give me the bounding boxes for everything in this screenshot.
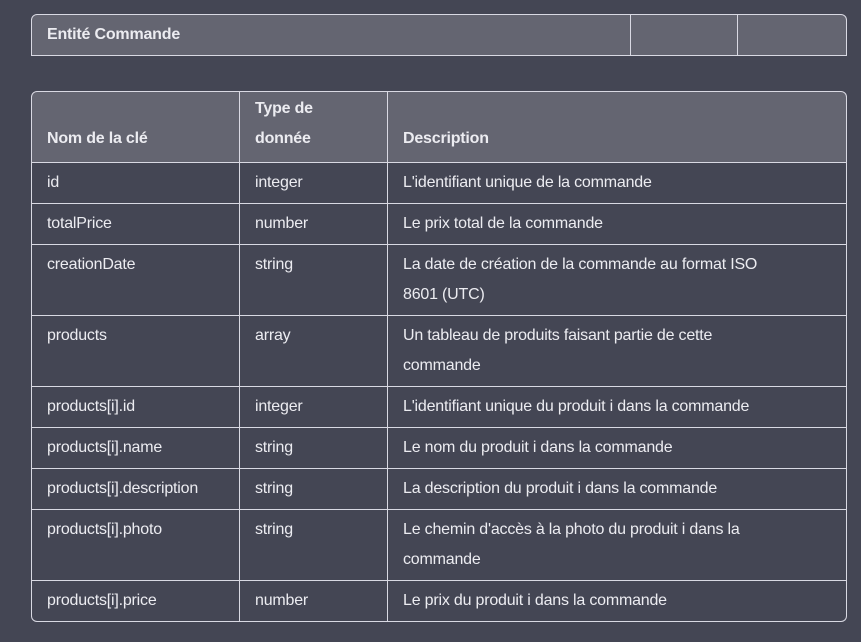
cell-type: string bbox=[240, 428, 388, 469]
cell-description: L'identifiant unique du produit i dans l… bbox=[388, 387, 847, 428]
fields-header-row: Nom de la clé Type de donnée Description bbox=[31, 91, 847, 163]
entity-header-row: Entité Commande bbox=[31, 14, 847, 56]
cell-key: products[i].id bbox=[31, 387, 240, 428]
cell-key: products bbox=[31, 316, 240, 387]
entity-table: Entité Commande bbox=[31, 14, 847, 56]
cell-type: array bbox=[240, 316, 388, 387]
cell-key: totalPrice bbox=[31, 204, 240, 245]
cell-type: number bbox=[240, 581, 388, 622]
cell-type: number bbox=[240, 204, 388, 245]
cell-description: Le chemin d'accès à la photo du produit … bbox=[388, 510, 847, 581]
cell-description-line2: commande bbox=[403, 357, 481, 374]
header-data-type: Type de donnée bbox=[240, 91, 388, 163]
table-row: products[i].name string Le nom du produi… bbox=[31, 428, 847, 469]
header-data-type-line1: Type de bbox=[255, 100, 313, 117]
cell-description-line1: La date de création de la commande au fo… bbox=[403, 256, 758, 273]
cell-description: Un tableau de produits faisant partie de… bbox=[388, 316, 847, 387]
fields-table: Nom de la clé Type de donnée Description… bbox=[31, 91, 847, 622]
table-row: products[i].price number Le prix du prod… bbox=[31, 581, 847, 622]
table-row: products[i].id integer L'identifiant uni… bbox=[31, 387, 847, 428]
entity-empty-cell bbox=[738, 14, 847, 56]
entity-empty-cell bbox=[631, 14, 738, 56]
cell-type: integer bbox=[240, 387, 388, 428]
cell-description-line2: 8601 (UTC) bbox=[403, 286, 485, 303]
table-row: products[i].description string La descri… bbox=[31, 469, 847, 510]
cell-description-line2: commande bbox=[403, 551, 481, 568]
cell-type: string bbox=[240, 510, 388, 581]
entity-title: Entité Commande bbox=[31, 14, 631, 56]
page: Entité Commande Nom de la clé Type de do… bbox=[0, 0, 861, 642]
cell-description-line1: Un tableau de produits faisant partie de… bbox=[403, 327, 713, 344]
cell-key: id bbox=[31, 163, 240, 204]
header-key-name-label: Nom de la clé bbox=[47, 130, 148, 147]
header-data-type-line2: donnée bbox=[255, 130, 311, 147]
cell-description: La date de création de la commande au fo… bbox=[388, 245, 847, 316]
cell-type: string bbox=[240, 469, 388, 510]
header-description-label: Description bbox=[403, 130, 489, 147]
cell-key: products[i].description bbox=[31, 469, 240, 510]
cell-description: Le prix du produit i dans la commande bbox=[388, 581, 847, 622]
cell-description: L'identifiant unique de la commande bbox=[388, 163, 847, 204]
cell-description: La description du produit i dans la comm… bbox=[388, 469, 847, 510]
table-row: totalPrice number Le prix total de la co… bbox=[31, 204, 847, 245]
header-description: Description bbox=[388, 91, 847, 163]
cell-key: creationDate bbox=[31, 245, 240, 316]
table-row: creationDate string La date de création … bbox=[31, 245, 847, 316]
table-row: id integer L'identifiant unique de la co… bbox=[31, 163, 847, 204]
cell-description-line1: Le chemin d'accès à la photo du produit … bbox=[403, 521, 740, 538]
cell-type: string bbox=[240, 245, 388, 316]
table-row: products[i].photo string Le chemin d'acc… bbox=[31, 510, 847, 581]
cell-description: Le nom du produit i dans la commande bbox=[388, 428, 847, 469]
cell-key: products[i].name bbox=[31, 428, 240, 469]
table-row: products array Un tableau de produits fa… bbox=[31, 316, 847, 387]
cell-type: integer bbox=[240, 163, 388, 204]
header-key-name: Nom de la clé bbox=[31, 91, 240, 163]
cell-description: Le prix total de la commande bbox=[388, 204, 847, 245]
cell-key: products[i].price bbox=[31, 581, 240, 622]
cell-key: products[i].photo bbox=[31, 510, 240, 581]
